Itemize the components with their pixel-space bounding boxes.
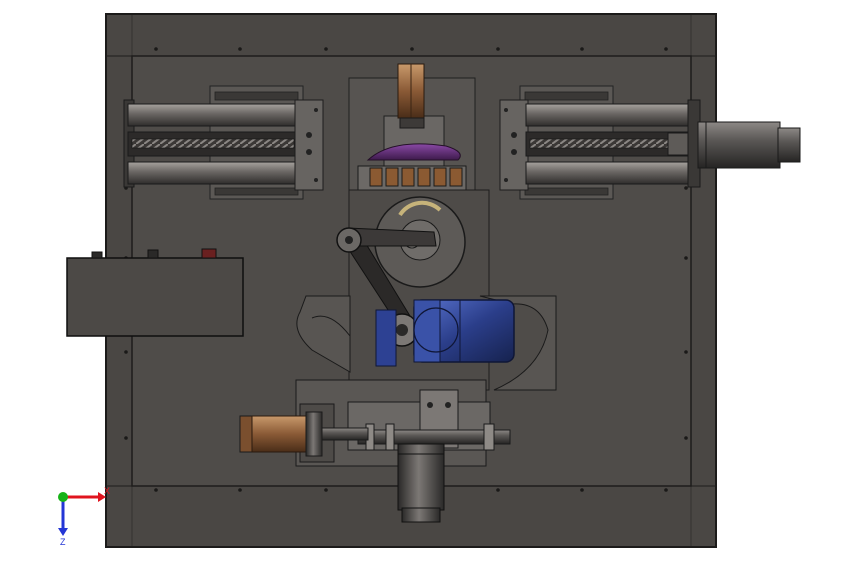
bolt-hole (684, 350, 688, 354)
bolt-hole (238, 488, 242, 492)
top-center-slide (348, 63, 476, 191)
bolt-hole (684, 186, 688, 190)
bolt-hole (684, 256, 688, 260)
bolt-hole (124, 436, 128, 440)
clamp-block (433, 167, 447, 187)
electrical-control-box (66, 248, 244, 337)
bolt-hole (496, 47, 500, 51)
bolt-hole (496, 488, 500, 492)
bolt-hole (580, 47, 584, 51)
bolt-hole (684, 436, 688, 440)
bolt-hole (324, 488, 328, 492)
bottom-vertical-motor (397, 443, 445, 523)
bolt-hole (238, 47, 242, 51)
clamp-block (369, 167, 383, 187)
bolt-hole (124, 350, 128, 354)
bolt-hole (154, 488, 158, 492)
bolt-hole (580, 488, 584, 492)
bolt-hole (154, 47, 158, 51)
clamp-block (385, 167, 399, 187)
clamp-block (449, 167, 463, 187)
axis-label-x: X (104, 486, 110, 496)
axis-label-z: Z (60, 537, 66, 547)
bolt-hole (324, 47, 328, 51)
cad-viewport[interactable]: X Z (0, 0, 867, 562)
bolt-hole (664, 488, 668, 492)
clamp-block (417, 167, 431, 187)
clamp-block (401, 167, 415, 187)
machine-top-view: X Z (58, 13, 801, 548)
bolt-hole (664, 47, 668, 51)
right-servo-motor (697, 121, 801, 169)
bolt-hole (410, 47, 414, 51)
axis-triad: X Z (58, 486, 110, 547)
